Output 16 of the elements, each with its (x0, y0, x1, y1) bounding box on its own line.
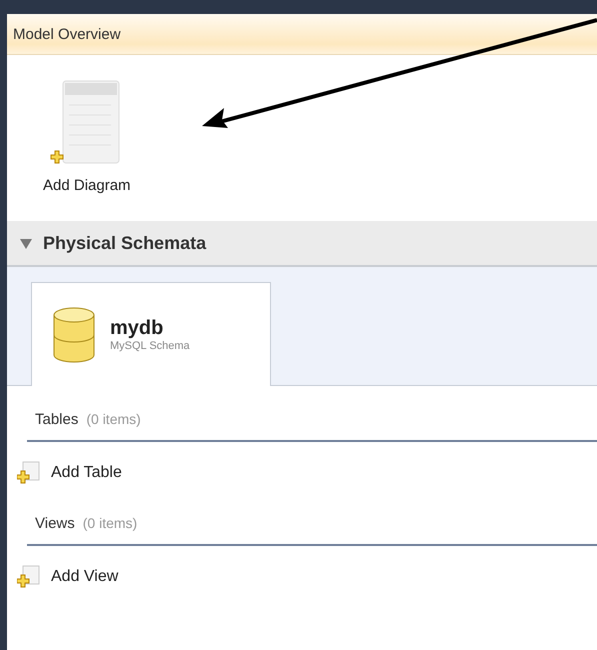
add-diagram-button[interactable]: Add Diagram (43, 79, 131, 194)
item-count: (0 items) (82, 515, 138, 531)
add-object-icon (17, 460, 41, 486)
collapse-triangle-icon[interactable] (19, 236, 33, 250)
database-icon (52, 306, 96, 362)
section-title: Physical Schemata (43, 232, 206, 254)
schema-type: MySQL Schema (110, 340, 190, 352)
add-item-button[interactable]: Add View (17, 560, 597, 594)
group-title: Tables (35, 410, 78, 428)
item-count: (0 items) (86, 411, 141, 427)
panel-title: Model Overview (7, 14, 597, 55)
schema-name: mydb (110, 317, 164, 340)
group-title: Views (35, 514, 75, 532)
schema-tab[interactable]: mydb MySQL Schema (31, 282, 271, 386)
add-item-button[interactable]: Add Table (17, 456, 597, 490)
add-object-icon (17, 564, 41, 590)
